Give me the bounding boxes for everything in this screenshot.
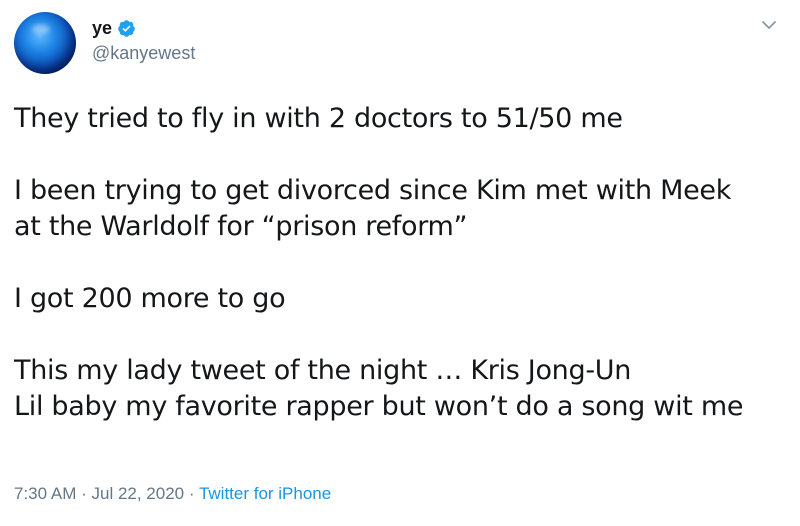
chevron-down-icon[interactable] bbox=[760, 16, 778, 34]
name-row: ye bbox=[92, 16, 195, 40]
tweet-card: ye @kanyewest They tried to fly in with … bbox=[0, 0, 800, 526]
tweet-line: This my lady tweet of the night … Kris J… bbox=[14, 355, 632, 386]
tweet-line: They tried to fly in with 2 doctors to 5… bbox=[14, 103, 623, 134]
user-handle[interactable]: @kanyewest bbox=[92, 43, 195, 64]
tweet-time[interactable]: 7:30 AM bbox=[14, 484, 76, 503]
tweet-date[interactable]: Jul 22, 2020 bbox=[91, 484, 184, 503]
tweet-line: at the Warldolf for “prison reform” bbox=[14, 211, 468, 242]
avatar[interactable] bbox=[14, 12, 76, 74]
meta-separator: · bbox=[76, 484, 92, 503]
tweet-text: They tried to fly in with 2 doctors to 5… bbox=[14, 101, 794, 425]
user-info[interactable]: ye @kanyewest bbox=[92, 16, 195, 64]
tweet-source-link[interactable]: Twitter for iPhone bbox=[199, 484, 331, 503]
display-name[interactable]: ye bbox=[92, 18, 112, 39]
avatar-shine bbox=[32, 24, 50, 34]
tweet-line: I got 200 more to go bbox=[14, 283, 286, 314]
tweet-line: Lil baby my favorite rapper but won’t do… bbox=[14, 391, 744, 422]
meta-separator: · bbox=[184, 484, 199, 503]
tweet-meta: 7:30 AM · Jul 22, 2020 · Twitter for iPh… bbox=[14, 484, 331, 504]
verified-badge-icon bbox=[117, 19, 136, 38]
tweet-line: I been trying to get divorced since Kim … bbox=[14, 175, 732, 206]
